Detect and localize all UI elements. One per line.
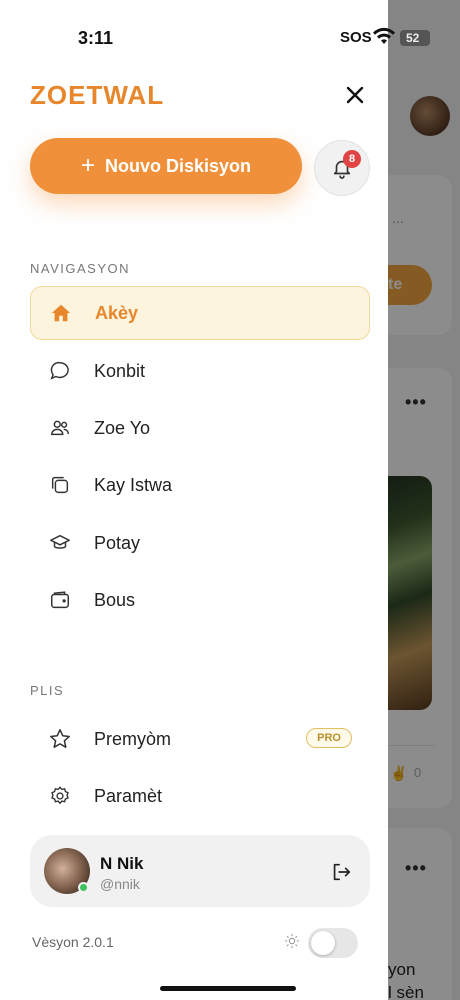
nav-item-konbit[interactable]: Konbit (30, 344, 370, 398)
nav-item-label: Kay Istwa (94, 474, 173, 495)
navigation-drawer: 3:11 ZOETWAL + Nouvo Diskisyon 8 NAVIGAS… (0, 0, 388, 1000)
battery-icon: 52 (400, 30, 430, 46)
nav-item-label: Bous (94, 589, 136, 610)
nav-item-home[interactable]: Akèy (30, 286, 370, 340)
pro-badge: PRO (306, 728, 352, 748)
notifications-button[interactable]: 8 (314, 140, 370, 196)
logout-icon (333, 863, 351, 881)
toggle-knob (311, 931, 335, 955)
plus-icon: + (80, 152, 95, 179)
users-icon (48, 416, 72, 440)
nav-item-potay[interactable]: Potay (30, 516, 370, 570)
star-icon (48, 727, 72, 751)
section-heading-more: PLIS (30, 683, 65, 698)
wallet-icon (48, 588, 72, 612)
nav-item-zoe-yo[interactable]: Zoe Yo (30, 401, 370, 455)
nav-item-label: Paramèt (94, 785, 163, 806)
nav-item-label: Konbit (94, 360, 146, 381)
nav-item-bous[interactable]: Bous (30, 573, 370, 627)
nav-item-kay-istwa[interactable]: Kay Istwa (30, 458, 370, 512)
online-status-dot (78, 882, 89, 893)
nav-item-label: Akèy (95, 302, 139, 323)
home-icon (49, 301, 73, 325)
stories-icon (48, 473, 72, 497)
home-indicator (160, 986, 296, 991)
user-name: N Nik (100, 854, 144, 873)
battery-level: 52 (406, 31, 420, 45)
wifi-icon (372, 26, 396, 51)
gear-icon (48, 784, 72, 808)
nav-item-premium[interactable]: Premyòm PRO (30, 712, 370, 766)
nav-item-label: Premyòm (94, 728, 172, 749)
nav-item-label: Potay (94, 532, 141, 553)
logout-button[interactable] (330, 861, 352, 883)
status-carrier: SOS (340, 29, 372, 46)
sun-icon (284, 933, 300, 954)
app-logo: ZOETWAL (30, 80, 165, 110)
close-icon (346, 86, 364, 104)
new-discussion-button[interactable]: + Nouvo Diskisyon (30, 138, 302, 194)
section-heading-navigation: NAVIGASYON (30, 261, 131, 276)
status-time: 3:11 (78, 28, 114, 48)
nav-item-label: Zoe Yo (94, 417, 151, 438)
nav-item-settings[interactable]: Paramèt (30, 769, 370, 823)
new-discussion-label: Nouvo Diskisyon (104, 155, 252, 176)
user-handle: @nnik (100, 876, 140, 892)
graduation-cap-icon (48, 531, 72, 555)
theme-toggle[interactable] (308, 928, 358, 958)
close-button[interactable] (342, 82, 368, 108)
user-profile-card[interactable]: N Nik @nnik (30, 835, 370, 907)
app-version: Vèsyon 2.0.1 (32, 934, 114, 950)
chat-bubble-icon (48, 359, 72, 383)
notification-badge: 8 (343, 150, 361, 168)
